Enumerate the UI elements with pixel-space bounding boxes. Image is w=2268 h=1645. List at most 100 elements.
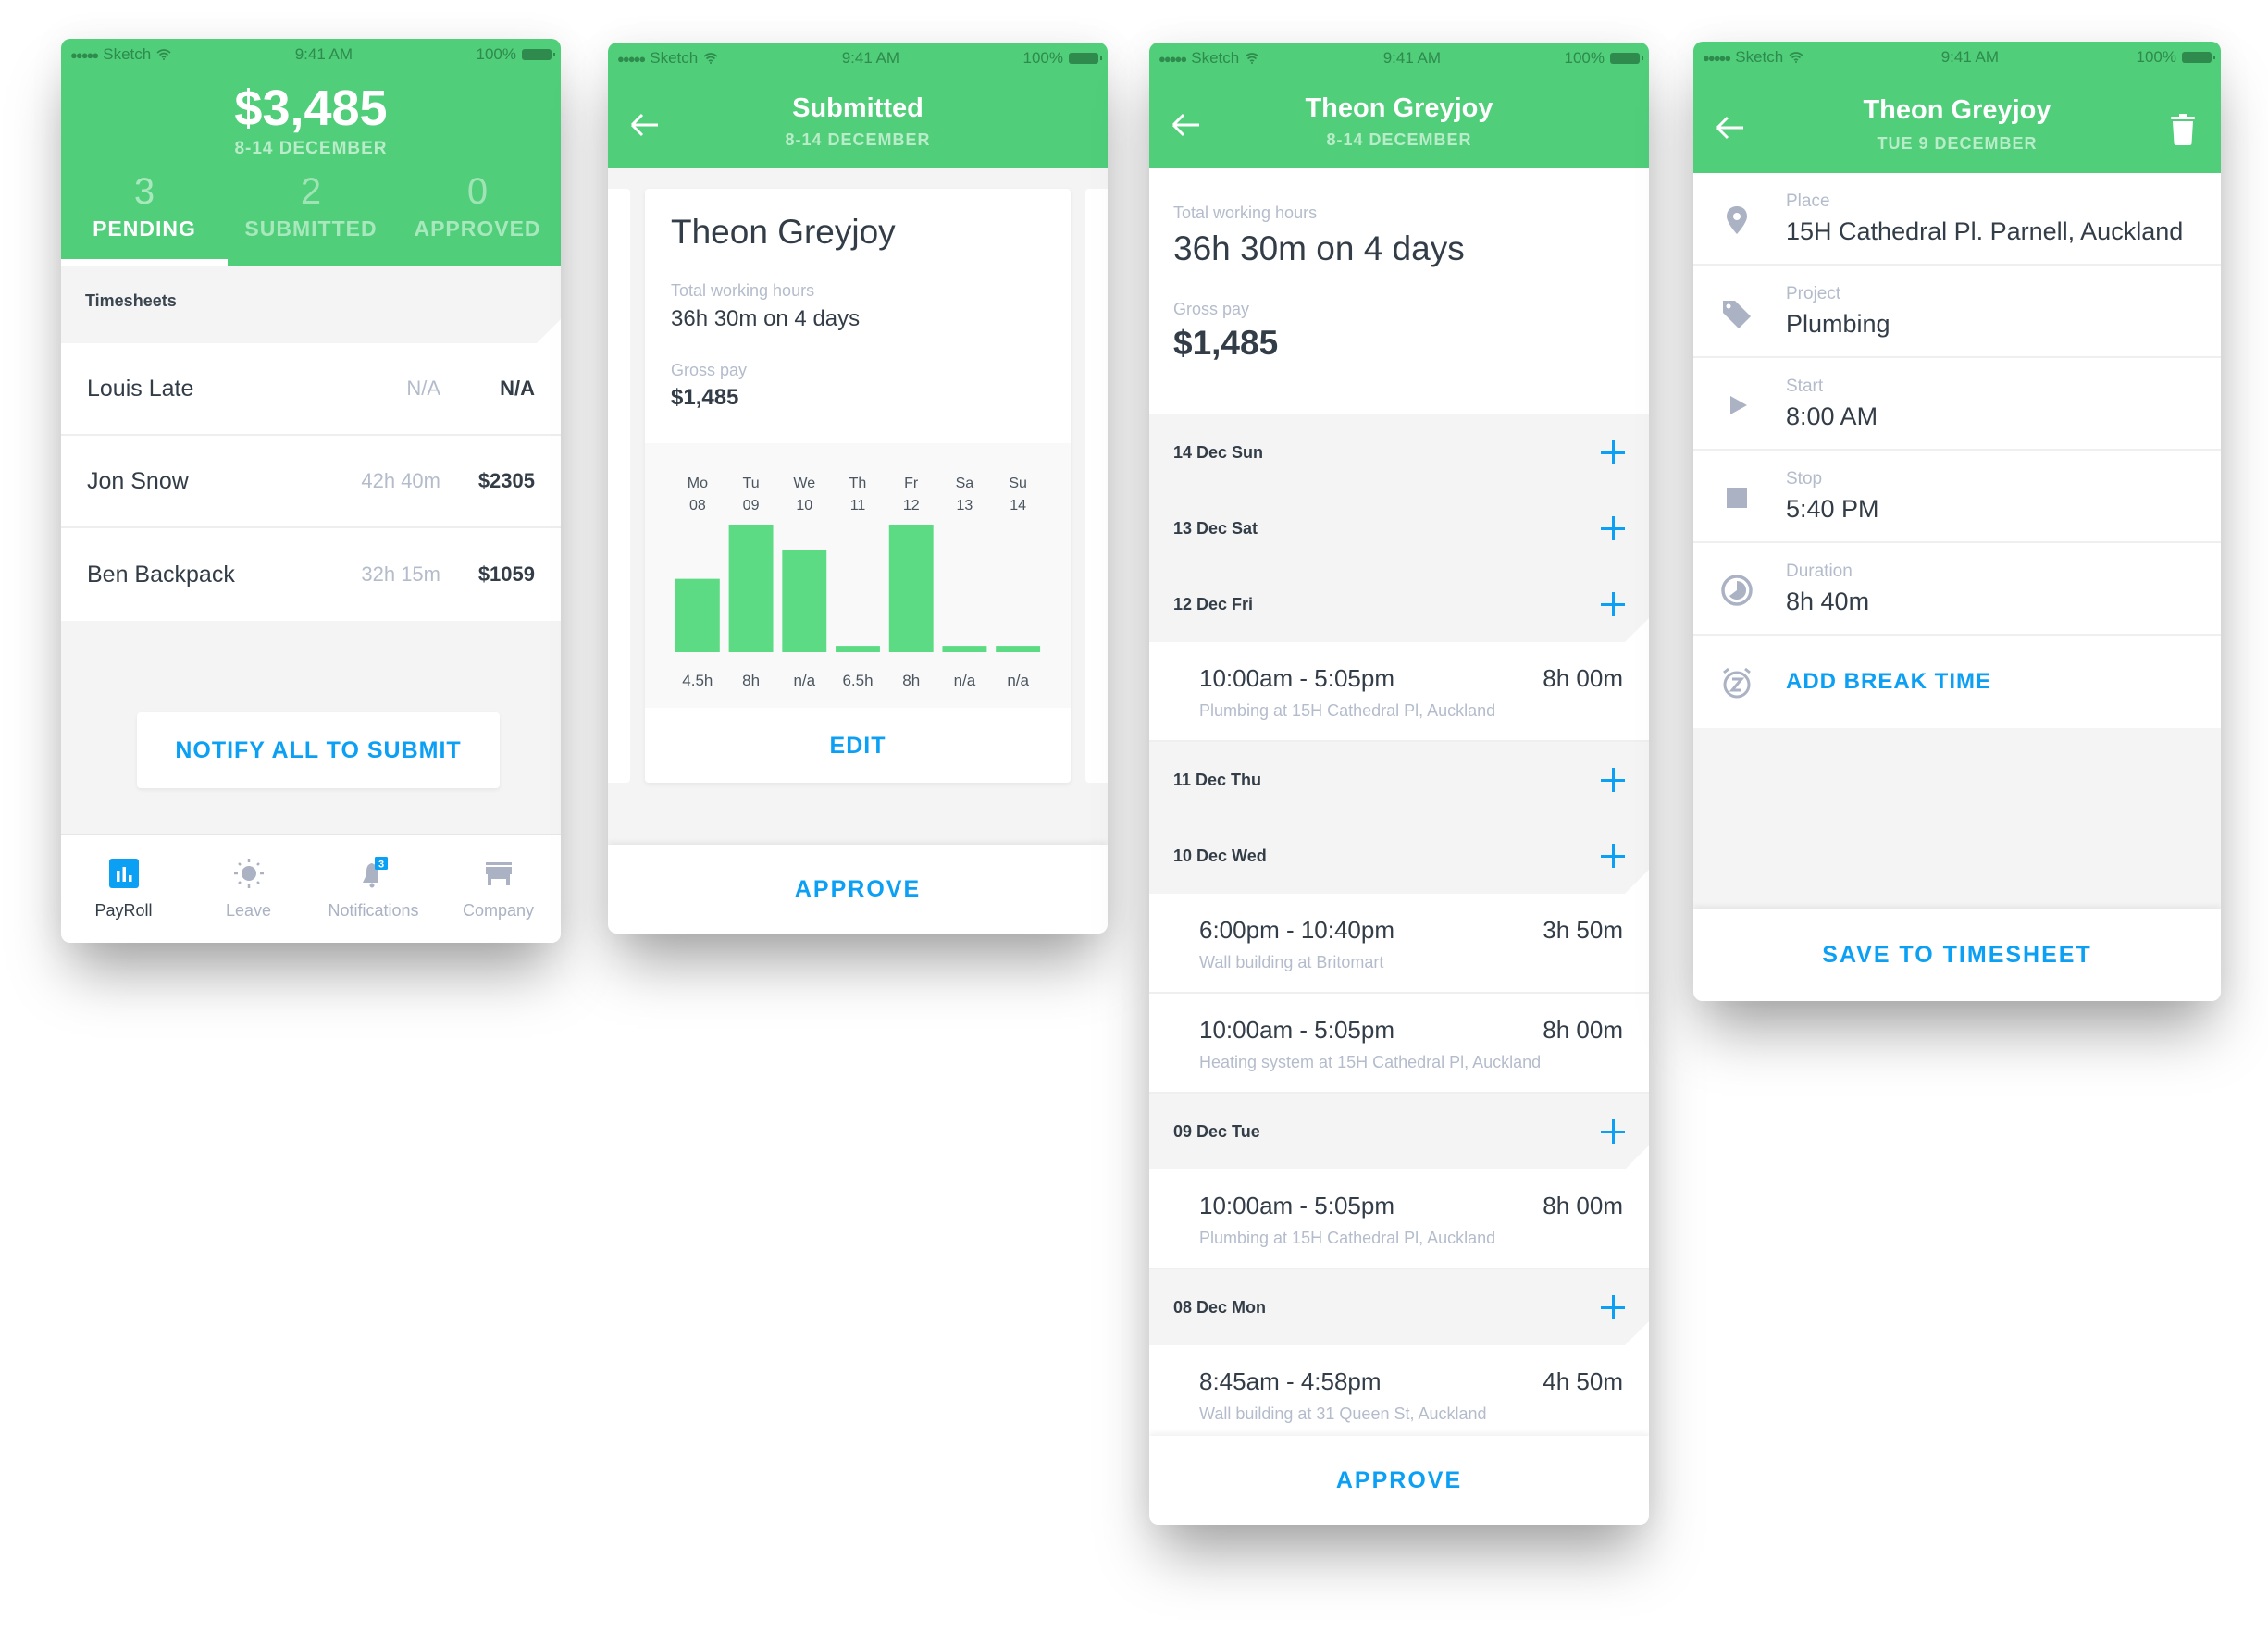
- add-entry-plus-icon[interactable]: [1601, 516, 1625, 540]
- chart-day-number: 14: [1010, 498, 1026, 513]
- tabbar-label: Notifications: [328, 901, 419, 920]
- time-entry[interactable]: 10:00am - 5:05pm 8h 00m Heating system a…: [1149, 994, 1649, 1094]
- chart-day-number: 13: [957, 498, 973, 513]
- tabbar-company[interactable]: Company: [436, 835, 561, 943]
- add-entry-plus-icon[interactable]: [1601, 768, 1625, 792]
- employee-name: Theon Greyjoy: [671, 213, 896, 251]
- add-entry-plus-icon[interactable]: [1601, 844, 1625, 868]
- chart-value-label: n/a: [954, 672, 976, 689]
- field-value: 5:40 PM: [1786, 495, 1879, 523]
- chart-value-label: n/a: [793, 672, 815, 689]
- edit-button[interactable]: EDIT: [645, 709, 1071, 783]
- timesheet-row[interactable]: Ben Backpack 32h 15m $1059: [61, 528, 561, 621]
- play-icon: [1730, 396, 1747, 414]
- total-amount: $3,485: [234, 80, 388, 136]
- timesheet-detail-screen: ●●●●● Sketch 9:41 AM 100% Theon Greyjoy 8…: [1149, 43, 1649, 1525]
- day-header: 10 Dec Wed: [1149, 818, 1649, 894]
- page-title: Theon Greyjoy: [1863, 95, 2051, 125]
- time-entry[interactable]: 10:00am - 5:05pm 8h 00m Plumbing at 15H …: [1149, 1169, 1649, 1269]
- timesheet-row[interactable]: Louis Late N/A N/A: [61, 343, 561, 436]
- battery-label: 100%: [1022, 49, 1063, 67]
- page-title: Submitted: [792, 93, 923, 123]
- employee-pay: $1059: [477, 563, 535, 586]
- tab-count: 0: [466, 171, 489, 212]
- tab-submitted[interactable]: 2 SUBMITTED: [228, 170, 394, 266]
- gross-pay-value: $1,485: [671, 385, 739, 410]
- payroll-chart-icon: [108, 859, 139, 888]
- chart-day-name: Tu: [743, 476, 760, 491]
- page-subtitle: 8-14 DECEMBER: [1326, 130, 1472, 149]
- employee-hours: N/A: [406, 377, 440, 400]
- summary-panel: Total working hours 36h 30m on 4 days Gr…: [1149, 168, 1649, 414]
- clock-label: 9:41 AM: [841, 49, 900, 67]
- tabbar-leave[interactable]: Leave: [186, 835, 311, 943]
- entry-time-range: 10:00am - 5:05pm: [1199, 1192, 1395, 1219]
- weekly-hours-chart-svg: Mo 08 4.5h Tu 09 8h We 10 n/a Th 11 6.5h Fr 12 8h Sa 13 n…: [675, 476, 1041, 689]
- previous-card-peek[interactable]: [608, 189, 630, 783]
- entry-description: Wall building at 31 Queen St, Auckland: [1199, 1404, 1487, 1423]
- notify-all-button[interactable]: NOTIFY ALL TO SUBMIT: [137, 712, 500, 788]
- payroll-header: ●●●●● Sketch 9:41 AM 100% $3,485 8-14 DEC…: [61, 39, 561, 266]
- tab-pending[interactable]: 3 PENDING: [61, 170, 228, 266]
- timesheet-row[interactable]: Jon Snow 42h 40m $2305: [61, 436, 561, 528]
- bell-icon: 3: [362, 857, 388, 888]
- chart-bar: [836, 646, 880, 652]
- employee-card: Theon Greyjoy Total working hours 36h 30…: [645, 189, 1071, 783]
- add-entry-plus-icon[interactable]: [1601, 592, 1625, 616]
- time-entry[interactable]: 10:00am - 5:05pm 8h 00m Plumbing at 15H …: [1149, 642, 1649, 742]
- place-field[interactable]: Place 15H Cathedral Pl. Parnell, Aucklan…: [1693, 173, 2221, 266]
- battery-icon: [1068, 53, 1102, 64]
- field-label: Stop: [1786, 469, 1823, 489]
- time-entry[interactable]: 8:45am - 4:58pm 4h 50m Wall building at …: [1149, 1345, 1649, 1445]
- chart-day-name: Mo: [688, 476, 708, 491]
- save-to-timesheet-button[interactable]: SAVE TO TIMESHEET: [1693, 909, 2221, 1001]
- section-title: Timesheets: [61, 266, 561, 343]
- employee-pay: N/A: [500, 377, 535, 400]
- tabbar-label: Company: [462, 901, 535, 920]
- field-value: 8:00 AM: [1786, 402, 1878, 430]
- entry-duration: 8h 00m: [1543, 664, 1623, 692]
- battery-label: 100%: [476, 45, 516, 63]
- add-entry-plus-icon[interactable]: [1601, 1119, 1625, 1144]
- total-hours-label: Total working hours: [671, 281, 815, 300]
- status-bar: ●●●●● Sketch 9:41 AM 100%: [1149, 43, 1649, 74]
- carrier-label: Sketch: [103, 45, 152, 63]
- chart-day-name: Sa: [956, 476, 974, 491]
- status-bar: ●●●●● Sketch 9:41 AM 100%: [61, 39, 561, 70]
- entry-edit-screen: ●●●●● Sketch 9:41 AM 100% Theon Greyjoy T…: [1693, 42, 2221, 1001]
- add-entry-plus-icon[interactable]: [1601, 1295, 1625, 1319]
- tag-icon: [1723, 301, 1751, 328]
- trash-icon[interactable]: [2171, 114, 2195, 145]
- tab-approved[interactable]: 0 APPROVED: [394, 170, 561, 266]
- field-label: Duration: [1786, 562, 1853, 581]
- project-field[interactable]: Project Plumbing: [1693, 266, 2221, 358]
- add-entry-plus-icon[interactable]: [1601, 440, 1625, 464]
- approve-button[interactable]: APPROVE: [608, 845, 1108, 934]
- entry-time-range: 8:45am - 4:58pm: [1199, 1367, 1382, 1395]
- signal-icon: ●●●●●: [70, 47, 99, 62]
- add-break-time-button[interactable]: ADD BREAK TIME: [1786, 669, 1991, 695]
- payroll-screen: ●●●●● Sketch 9:41 AM 100% $3,485 8-14 DEC…: [61, 39, 561, 943]
- day-header: 12 Dec Fri: [1149, 566, 1649, 642]
- day-header: 11 Dec Thu: [1149, 742, 1649, 818]
- chart-bar: [675, 578, 720, 652]
- next-card-peek[interactable]: [1085, 189, 1108, 783]
- duration-field[interactable]: Duration 8h 40m: [1693, 543, 2221, 636]
- day-label: 11 Dec Thu: [1173, 770, 1262, 789]
- status-tabs: 3 PENDING 2 SUBMITTED 0 APPROVED: [61, 170, 561, 266]
- time-entry[interactable]: 6:00pm - 10:40pm 3h 50m Wall building at…: [1149, 894, 1649, 994]
- wifi-icon: [1789, 52, 1803, 63]
- entry-time-range: 10:00am - 5:05pm: [1199, 1016, 1395, 1044]
- approve-button[interactable]: APPROVE: [1149, 1436, 1649, 1525]
- add-break-row[interactable]: ADD BREAK TIME: [1693, 636, 2221, 728]
- tabbar-payroll[interactable]: PayRoll: [61, 835, 186, 943]
- chart-day-number: 10: [796, 498, 812, 513]
- start-field[interactable]: Start 8:00 AM: [1693, 358, 2221, 451]
- tab-label: APPROVED: [414, 216, 541, 241]
- employee-name: Louis Late: [87, 375, 194, 402]
- tabbar-notifications[interactable]: 3 Notifications: [311, 835, 436, 943]
- field-label: Start: [1786, 377, 1824, 396]
- tabbar-label: PayRoll: [94, 901, 153, 920]
- day-label: 13 Dec Sat: [1173, 518, 1258, 538]
- stop-field[interactable]: Stop 5:40 PM: [1693, 451, 2221, 543]
